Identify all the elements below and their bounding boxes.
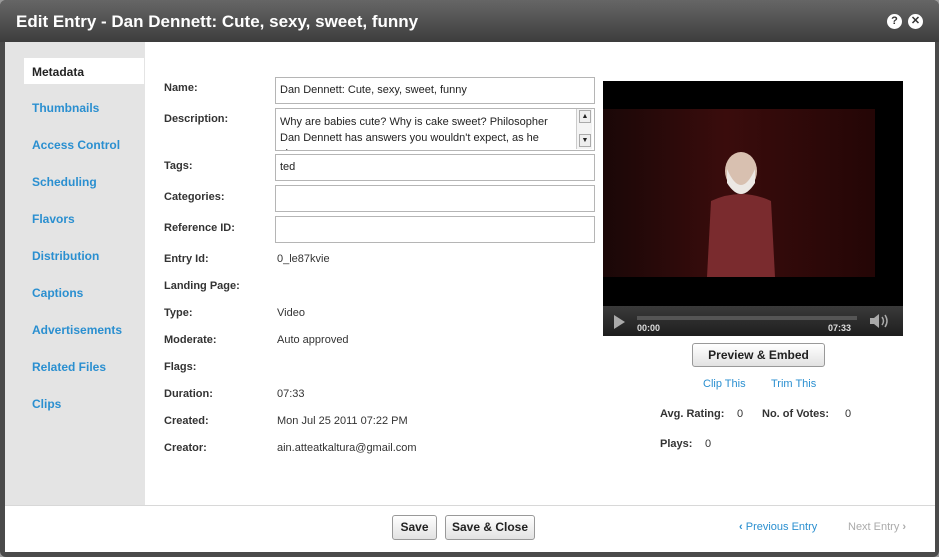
moderate-label: Moderate: <box>164 334 217 346</box>
entry-id-label: Entry Id: <box>164 253 209 265</box>
moderate-value: Auto approved <box>277 334 349 346</box>
play-icon[interactable] <box>614 315 625 329</box>
video-player[interactable]: 00:00 07:33 <box>603 81 903 336</box>
current-time: 00:00 <box>637 323 661 333</box>
description-label: Description: <box>164 113 229 125</box>
sidebar-item-clips[interactable]: Clips <box>32 397 61 411</box>
creator-label: Creator: <box>164 442 207 454</box>
close-icon[interactable]: ✕ <box>908 14 923 29</box>
scroll-down-icon[interactable]: ▼ <box>579 134 591 147</box>
previous-entry-label: Previous Entry <box>745 521 818 533</box>
sidebar-item-thumbnails[interactable]: Thumbnails <box>32 101 99 115</box>
sidebar-item-advertisements[interactable]: Advertisements <box>32 323 122 337</box>
speaker-thumbnail <box>707 152 775 277</box>
plays-label: Plays: <box>660 438 693 450</box>
creator-value: ain.atteatkaltura@gmail.com <box>277 442 417 454</box>
progress-bar[interactable] <box>637 316 857 320</box>
avg-rating-label: Avg. Rating: <box>660 408 725 420</box>
duration-value: 07:33 <box>277 388 305 400</box>
type-value: Video <box>277 307 305 319</box>
duration-label: Duration: <box>164 388 213 400</box>
categories-field[interactable] <box>275 185 595 212</box>
player-controls: 00:00 07:33 <box>603 306 903 336</box>
sidebar-item-flavors[interactable]: Flavors <box>32 212 75 226</box>
chevron-right-icon: › <box>902 521 907 533</box>
tags-label: Tags: <box>164 160 193 172</box>
name-label: Name: <box>164 82 198 94</box>
flags-label: Flags: <box>164 361 197 373</box>
sidebar-item-related-files[interactable]: Related Files <box>32 360 106 374</box>
dialog-title: Edit Entry - Dan Dennett: Cute, sexy, sw… <box>16 12 419 31</box>
description-field[interactable]: Why are babies cute? Why is cake sweet? … <box>275 108 595 151</box>
title-bar[interactable]: Edit Entry - Dan Dennett: Cute, sexy, sw… <box>0 0 939 42</box>
sidebar-item-metadata[interactable]: Metadata <box>32 65 84 79</box>
scroll-up-icon[interactable]: ▲ <box>579 110 591 123</box>
sidebar-item-captions[interactable]: Captions <box>32 286 83 300</box>
type-label: Type: <box>164 307 193 319</box>
entry-id-value: 0_le87kvie <box>277 253 330 265</box>
sidebar-item-distribution[interactable]: Distribution <box>32 249 99 263</box>
save-button[interactable]: Save <box>392 515 437 540</box>
reference-id-field[interactable] <box>275 216 595 243</box>
created-label: Created: <box>164 415 209 427</box>
avg-rating-value: 0 <box>737 408 744 420</box>
previous-entry-link[interactable]: ‹ Previous Entry <box>739 521 817 533</box>
volume-icon[interactable] <box>869 314 891 328</box>
next-entry-label: Next Entry <box>848 521 900 533</box>
description-scrollbar[interactable]: ▲ ▼ <box>576 109 592 149</box>
save-close-button[interactable]: Save & Close <box>445 515 535 540</box>
created-value: Mon Jul 25 2011 07:22 PM <box>277 415 408 427</box>
sidebar-item-access-control[interactable]: Access Control <box>32 138 120 152</box>
plays-value: 0 <box>705 438 712 450</box>
total-time: 07:33 <box>828 323 852 333</box>
clip-this-link[interactable]: Clip This <box>703 378 746 390</box>
sidebar-item-scheduling[interactable]: Scheduling <box>32 175 97 189</box>
name-field[interactable]: Dan Dennett: Cute, sexy, sweet, funny <box>275 77 595 104</box>
help-icon[interactable]: ? <box>887 14 902 29</box>
video-frame[interactable] <box>603 109 875 277</box>
landing-page-label: Landing Page: <box>164 280 240 292</box>
trim-this-link[interactable]: Trim This <box>771 378 816 390</box>
preview-embed-button[interactable]: Preview & Embed <box>692 343 825 367</box>
categories-label: Categories: <box>164 191 225 203</box>
tags-field[interactable]: ted <box>275 154 595 181</box>
edit-entry-dialog: Edit Entry - Dan Dennett: Cute, sexy, sw… <box>0 0 939 557</box>
chevron-left-icon: ‹ <box>739 521 743 533</box>
votes-label: No. of Votes: <box>762 408 830 420</box>
votes-value: 0 <box>845 408 852 420</box>
next-entry-link[interactable]: Next Entry › <box>848 521 906 533</box>
reference-id-label: Reference ID: <box>164 222 235 234</box>
